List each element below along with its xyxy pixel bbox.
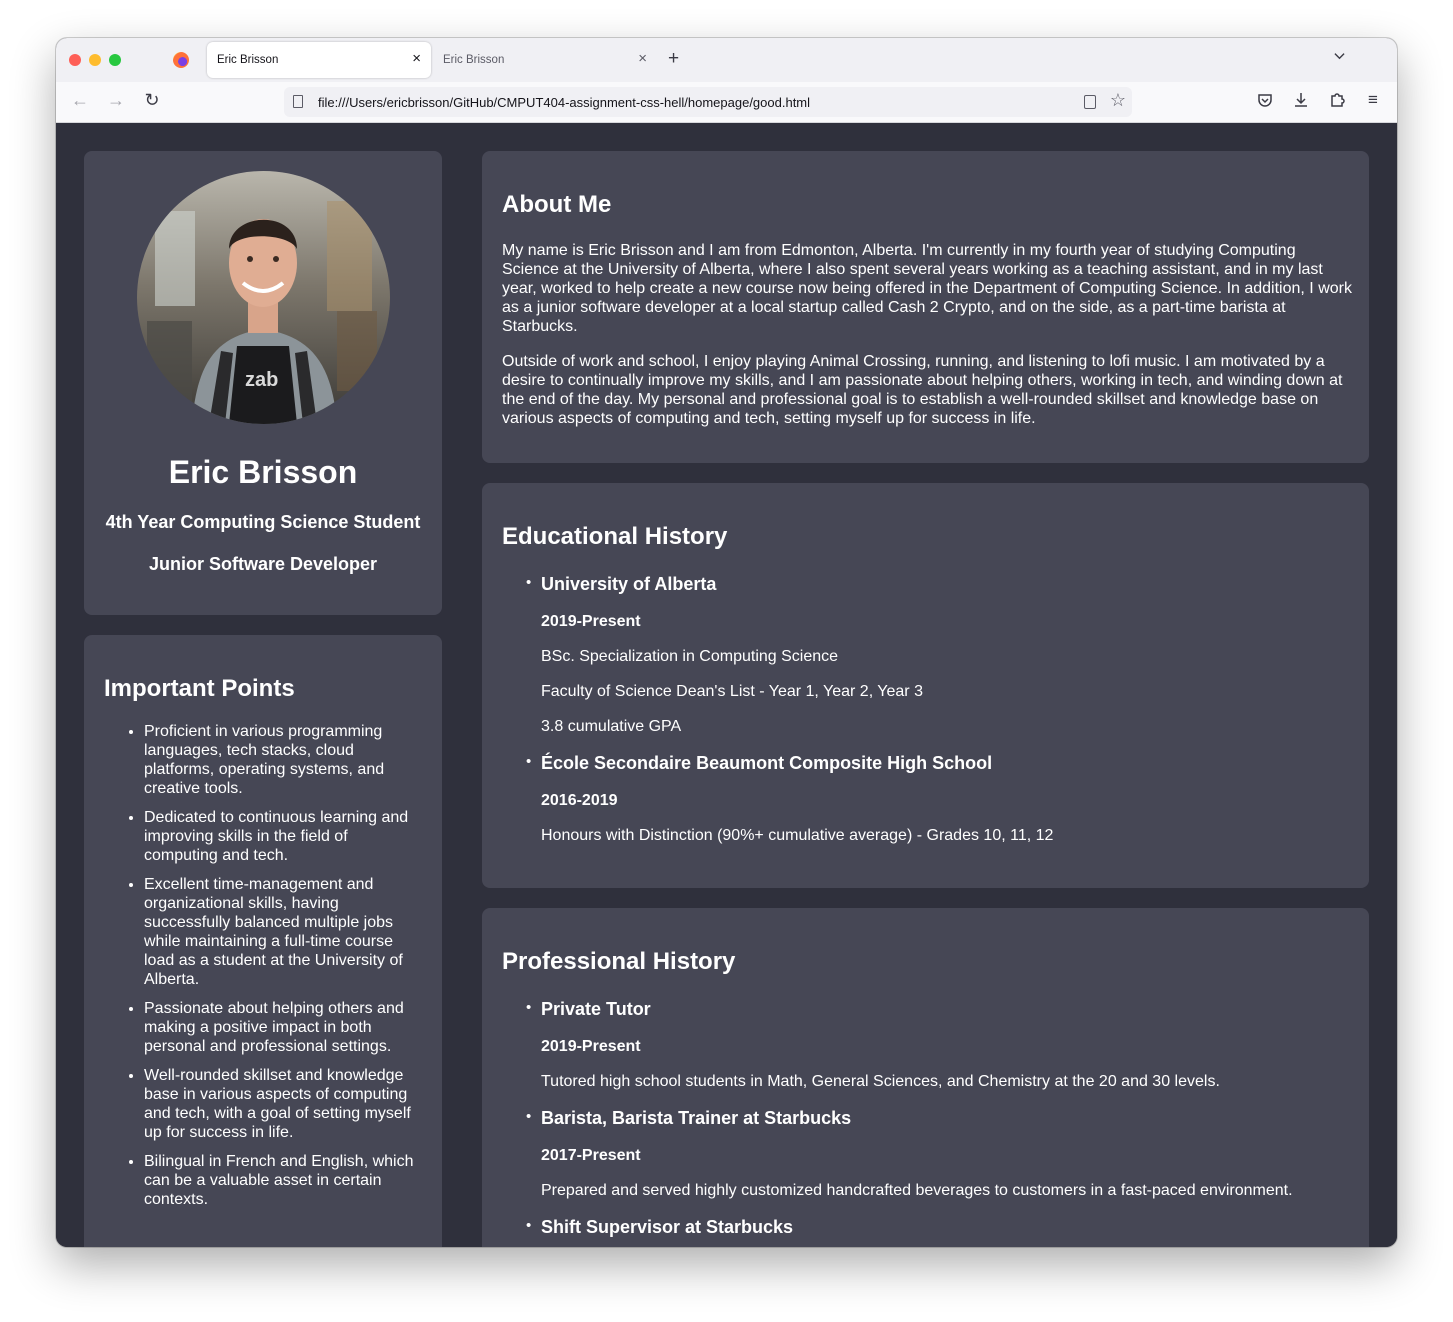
about-paragraph-1: My name is Eric Brisson and I am from Ed… <box>502 242 1352 335</box>
reload-icon[interactable]: ↻ <box>142 90 162 110</box>
about-me-text: My name is Eric Brisson and I am from Ed… <box>502 241 1352 444</box>
job-description: Tutored high school students in Math, Ge… <box>541 1073 1220 1090</box>
school-years: 2019-Present <box>541 613 641 630</box>
tab-eric-brisson-active[interactable]: Eric Brisson × <box>207 42 431 78</box>
profile-card: zab Eric Brisson 4th Year Computing Scie… <box>84 151 442 615</box>
close-window-button[interactable] <box>69 54 81 66</box>
professional-history-title: Professional History <box>502 948 736 975</box>
tab-strip: Eric Brisson × Eric Brisson × + <box>56 38 1397 82</box>
about-me-card: About Me My name is Eric Brisson and I a… <box>482 151 1369 463</box>
minimize-window-button[interactable] <box>89 54 101 66</box>
education-detail: Honours with Distinction (90%+ cumulativ… <box>541 827 1054 844</box>
url-bar[interactable]: file:///Users/ericbrisson/GitHub/CMPUT40… <box>284 87 1132 117</box>
list-item: Well-rounded skillset and knowledge base… <box>144 1066 424 1142</box>
important-points-title: Important Points <box>104 675 295 702</box>
job-description: Prepared and served highly customized ha… <box>541 1182 1293 1199</box>
profile-subtitle-student: 4th Year Computing Science Student <box>105 512 421 532</box>
url-text[interactable]: file:///Users/ericbrisson/GitHub/CMPUT40… <box>318 95 810 110</box>
education-entry: École Secondaire Beaumont Composite High… <box>522 752 1352 845</box>
list-item: Proficient in various programming langua… <box>144 722 424 798</box>
profile-name: Eric Brisson <box>168 454 358 490</box>
tab-eric-brisson[interactable]: Eric Brisson × <box>433 42 657 78</box>
firefox-icon <box>173 52 189 68</box>
job-role: Barista, Barista Trainer at Starbucks <box>541 1108 852 1128</box>
forward-arrow-icon[interactable]: → <box>106 90 126 110</box>
close-tab-icon[interactable]: × <box>638 50 647 67</box>
hamburger-menu-icon[interactable]: ≡ <box>1363 90 1383 110</box>
educational-history-title: Educational History <box>502 523 728 550</box>
pocket-icon[interactable] <box>1255 90 1275 110</box>
education-list: University of Alberta 2019-Present BSc. … <box>522 573 1352 845</box>
job-years: 2017-Present <box>541 1147 641 1164</box>
list-item: Bilingual in French and English, which c… <box>144 1152 424 1209</box>
chevron-down-icon[interactable] <box>1334 50 1345 61</box>
tab-title: Eric Brisson <box>217 54 279 66</box>
close-tab-icon[interactable]: × <box>412 50 421 67</box>
job-entry: Private Tutor 2019-Present Tutored high … <box>522 998 1352 1091</box>
job-role: Private Tutor <box>541 999 651 1019</box>
nav-toolbar: ← → ↻ file:///Users/ericbrisson/GitHub/C… <box>56 82 1397 123</box>
job-years: 2019-Present <box>541 1038 641 1055</box>
tab-title: Eric Brisson <box>443 54 505 66</box>
education-detail: Faculty of Science Dean's List - Year 1,… <box>541 683 923 700</box>
profile-subtitle-job: Junior Software Developer <box>148 554 378 574</box>
important-points-card: Important Points Proficient in various p… <box>84 635 442 1247</box>
list-item: Passionate about helping others and maki… <box>144 999 424 1056</box>
list-item: Excellent time-management and organizati… <box>144 875 424 989</box>
reader-view-icon[interactable] <box>1084 95 1096 109</box>
education-entry: University of Alberta 2019-Present BSc. … <box>522 573 1352 736</box>
page-viewport: zab Eric Brisson 4th Year Computing Scie… <box>56 123 1397 1247</box>
educational-history-card: Educational History University of Albert… <box>482 483 1369 888</box>
about-me-title: About Me <box>502 191 612 218</box>
professional-list: Private Tutor 2019-Present Tutored high … <box>522 998 1352 1247</box>
browser-window: Eric Brisson × Eric Brisson × + ← → ↻ fi… <box>56 38 1397 1247</box>
school-name: École Secondaire Beaumont Composite High… <box>541 753 993 773</box>
page-icon <box>293 95 303 108</box>
job-entry: Barista, Barista Trainer at Starbucks 20… <box>522 1107 1352 1200</box>
job-role: Shift Supervisor at Starbucks <box>541 1217 794 1237</box>
important-points-list: Proficient in various programming langua… <box>144 722 424 1219</box>
back-arrow-icon[interactable]: ← <box>70 90 90 110</box>
new-tab-button[interactable]: + <box>668 48 679 70</box>
bookmark-star-icon[interactable]: ☆ <box>1110 90 1126 111</box>
list-item: Dedicated to continuous learning and imp… <box>144 808 424 865</box>
school-years: 2016-2019 <box>541 792 618 809</box>
education-detail: 3.8 cumulative GPA <box>541 718 682 735</box>
job-entry: Shift Supervisor at Starbucks <box>522 1216 1352 1238</box>
school-name: University of Alberta <box>541 574 717 594</box>
profile-photo: zab <box>137 171 390 424</box>
download-icon[interactable] <box>1291 90 1311 110</box>
extensions-puzzle-icon[interactable] <box>1327 90 1347 110</box>
professional-history-card: Professional History Private Tutor 2019-… <box>482 908 1369 1247</box>
svg-text:zab: zab <box>245 369 278 391</box>
zoom-window-button[interactable] <box>109 54 121 66</box>
about-paragraph-2: Outside of work and school, I enjoy play… <box>502 353 1343 427</box>
education-detail: BSc. Specialization in Computing Science <box>541 648 839 665</box>
